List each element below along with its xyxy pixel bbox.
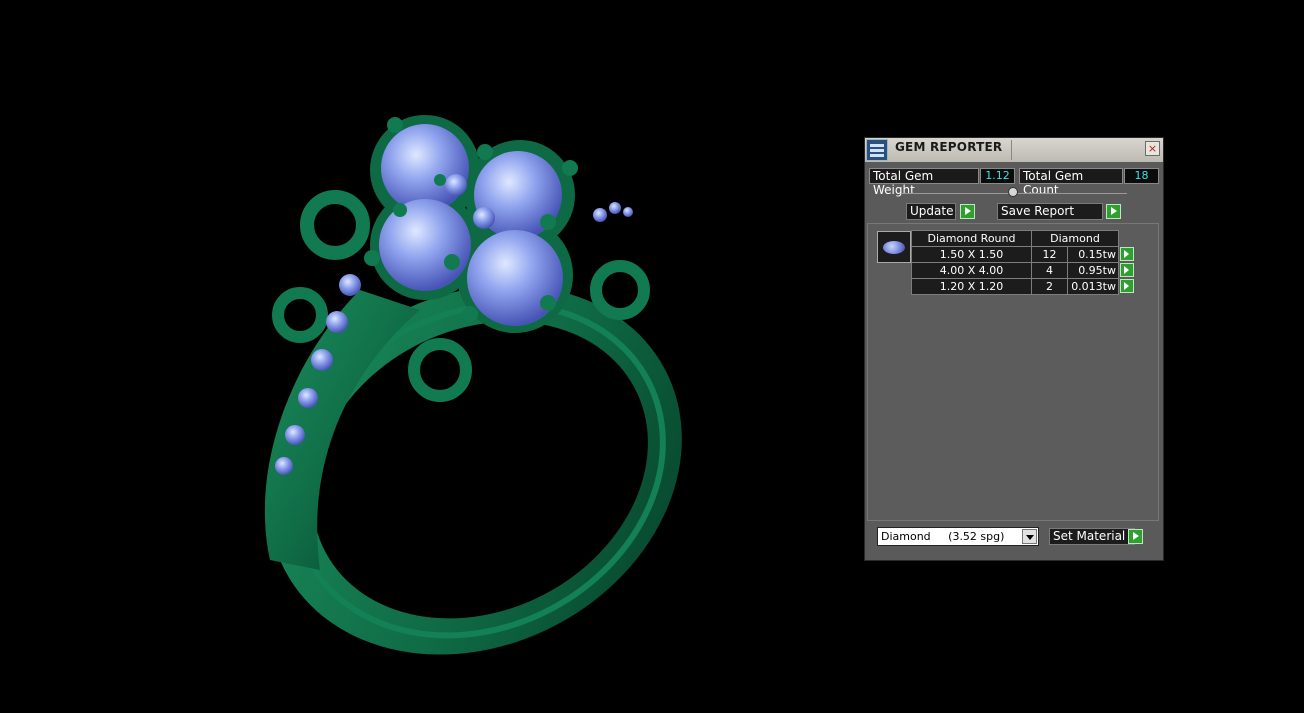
gem-list: Diamond Round Diamond 1.50 X 1.50 12 0.1… <box>867 223 1159 521</box>
close-button[interactable]: × <box>1145 141 1160 156</box>
header-gem-shape: Diamond Round <box>911 230 1032 247</box>
gem-table: Diamond Round Diamond 1.50 X 1.50 12 0.1… <box>911 230 1136 295</box>
table-row[interactable]: 4.00 X 4.00 4 0.95tw <box>911 262 1136 279</box>
gem-weight: 0.95tw <box>1067 262 1119 279</box>
center-stone <box>379 199 471 291</box>
round-gem-icon[interactable] <box>877 231 911 263</box>
title-separator <box>1011 140 1012 160</box>
side-stone <box>339 274 361 296</box>
material-dropdown-value: Diamond (3.52 spg) <box>881 530 1005 543</box>
chevron-down-icon[interactable] <box>1022 529 1037 544</box>
material-dropdown[interactable]: Diamond (3.52 spg) <box>877 527 1039 546</box>
gem-size: 4.00 X 4.00 <box>911 262 1032 279</box>
total-gem-count-label: Total Gem Count <box>1019 168 1123 197</box>
title-bar[interactable]: GEM REPORTER × <box>865 138 1163 162</box>
scroll-left-mid <box>272 287 328 343</box>
gem-reporter-panel: GEM REPORTER × Total Gem Weight 1.12 Tot… <box>864 137 1164 561</box>
side-stone <box>298 388 318 408</box>
row-go-icon[interactable] <box>1120 262 1134 277</box>
scroll-left-top <box>300 190 370 260</box>
table-row[interactable]: 1.20 X 1.20 2 0.013tw <box>911 278 1136 295</box>
gem-reporter-app-icon <box>866 139 888 161</box>
gem-count: 2 <box>1031 278 1068 295</box>
table-header-row: Diamond Round Diamond <box>911 230 1136 247</box>
header-gem-material: Diamond <box>1031 230 1119 247</box>
update-button[interactable]: Update <box>906 203 956 220</box>
row-go-icon[interactable] <box>1120 278 1134 293</box>
side-stone <box>326 311 348 333</box>
gem-size: 1.20 X 1.20 <box>911 278 1032 295</box>
gem-count: 12 <box>1031 246 1068 263</box>
side-stone <box>285 425 305 445</box>
set-material-go-icon[interactable] <box>1128 529 1143 544</box>
save-report-go-icon[interactable] <box>1106 204 1121 219</box>
total-gem-count-value: 18 <box>1124 168 1159 184</box>
gem-weight: 0.013tw <box>1067 278 1119 295</box>
side-stone <box>311 349 333 371</box>
scroll-right <box>590 260 650 320</box>
save-report-button[interactable]: Save Report <box>997 203 1103 220</box>
total-gem-weight-value: 1.12 <box>980 168 1015 184</box>
total-gem-weight-label: Total Gem Weight <box>869 168 979 197</box>
table-row[interactable]: 1.50 X 1.50 12 0.15tw <box>911 246 1136 263</box>
center-stone <box>381 124 469 212</box>
side-stone <box>623 207 633 217</box>
slider-handle[interactable] <box>1008 187 1018 197</box>
gem-count: 4 <box>1031 262 1068 279</box>
gem-size: 1.50 X 1.50 <box>911 246 1032 263</box>
panel-title: GEM REPORTER <box>895 140 1003 154</box>
side-stone <box>275 457 293 475</box>
update-go-icon[interactable] <box>960 204 975 219</box>
center-stone <box>467 230 563 326</box>
row-go-icon[interactable] <box>1120 246 1134 261</box>
side-stone <box>593 208 607 222</box>
side-stone <box>609 202 621 214</box>
gem-weight: 0.15tw <box>1067 246 1119 263</box>
accent-stone <box>473 207 495 229</box>
accent-stone <box>445 174 467 196</box>
set-material-button[interactable]: Set Material <box>1049 528 1135 545</box>
